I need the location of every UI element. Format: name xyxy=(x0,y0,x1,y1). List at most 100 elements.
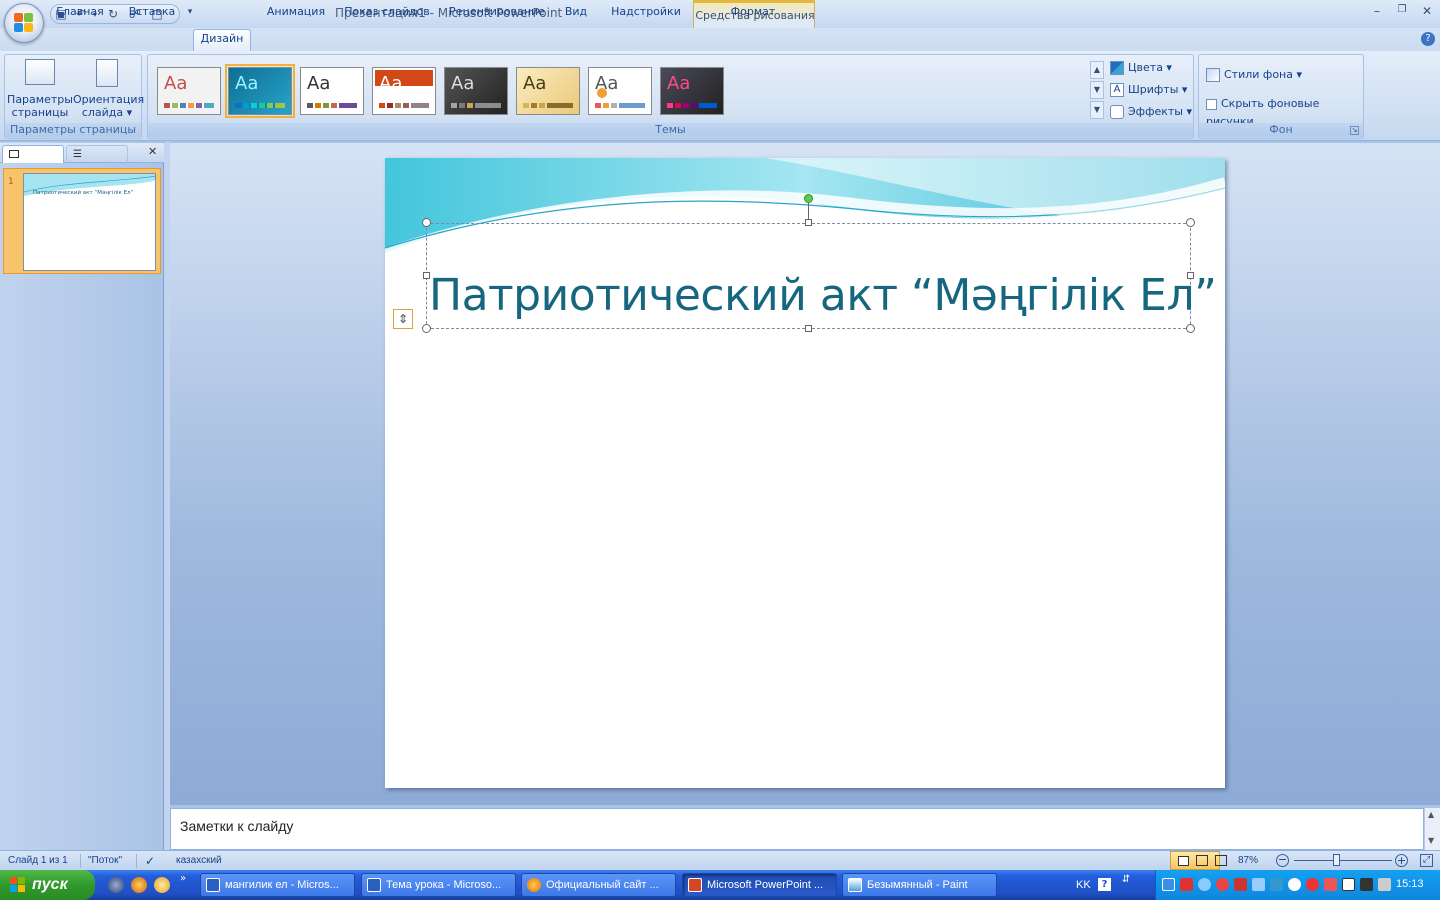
taskbar-item-word-1[interactable]: мангилик ел - Micros... xyxy=(200,873,355,897)
background-styles-button[interactable]: Стили фона ▾ xyxy=(1206,66,1302,84)
quicklaunch-browser-icon[interactable] xyxy=(108,877,124,893)
notes-scrollbar[interactable]: ▲ ▼ xyxy=(1424,808,1440,850)
theme-fonts-button[interactable]: A Шрифты ▾ xyxy=(1110,81,1187,99)
slide-show-view-icon[interactable] xyxy=(1215,855,1227,866)
taskbar-item-powerpoint[interactable]: Microsoft PowerPoint ... xyxy=(682,873,837,897)
tray-app3-icon[interactable] xyxy=(1252,878,1265,891)
orientation-label-1: Ориентация xyxy=(73,93,145,106)
theme-colors-button[interactable]: Цвета ▾ xyxy=(1110,59,1172,77)
adobe-icon[interactable] xyxy=(1180,878,1193,891)
themes-more-button[interactable]: ▼ xyxy=(1090,101,1104,119)
slide-orientation-button[interactable]: Ориентация слайда ▾ xyxy=(73,59,145,119)
resize-handle-tr[interactable] xyxy=(1186,218,1195,227)
themes-scroll-up-button[interactable]: ▲ xyxy=(1090,61,1104,79)
language-help-icon[interactable]: ? xyxy=(1098,878,1111,891)
start-label: пуск xyxy=(32,876,68,893)
tab-animation[interactable]: Анимация xyxy=(262,3,330,23)
tab-review[interactable]: Рецензирование xyxy=(446,3,548,23)
tab-slide-show[interactable]: Показ слайдов xyxy=(342,3,432,23)
slide-sorter-icon[interactable] xyxy=(1196,855,1208,866)
theme-8[interactable]: Aa xyxy=(660,67,724,115)
restore-button[interactable]: ❐ xyxy=(1391,4,1413,22)
theme-6[interactable]: Aa xyxy=(516,67,580,115)
tray-app2-icon[interactable] xyxy=(1234,878,1247,891)
hide-background-graphics-checkbox[interactable]: Скрыть фоновые рисунки xyxy=(1206,95,1363,128)
tab-slides[interactable] xyxy=(2,145,64,163)
background-styles-label: Стили фона ▾ xyxy=(1224,68,1302,81)
zoom-in-icon[interactable]: + xyxy=(1395,854,1408,867)
zoom-slider[interactable] xyxy=(1294,860,1392,861)
slide-title[interactable]: Патриотический акт “Мәңгілік Ел” xyxy=(429,270,1217,321)
orientation-label-2: слайда ▾ xyxy=(81,106,133,119)
page-setup-label-2: страницы xyxy=(11,106,69,119)
tray-app6-icon[interactable] xyxy=(1306,878,1319,891)
dialog-launcher-icon[interactable]: ↘ xyxy=(1350,126,1359,135)
resize-handle-b[interactable] xyxy=(805,325,812,332)
tab-outline[interactable]: ☰ xyxy=(66,145,128,163)
resize-handle-tl[interactable] xyxy=(422,218,431,227)
tab-insert[interactable]: Вставка xyxy=(122,3,182,23)
taskbar-item-paint[interactable]: Безымянный - Paint xyxy=(842,873,997,897)
fonts-icon: A xyxy=(1110,83,1124,97)
network-icon[interactable] xyxy=(1162,878,1175,891)
antivirus-icon[interactable] xyxy=(1216,878,1229,891)
tab-home[interactable]: Главная xyxy=(50,3,110,23)
clock[interactable]: 15:13 xyxy=(1396,878,1424,890)
slide-thumbnail[interactable]: Патриотический акт “Мәңгілік Ел” xyxy=(23,173,156,271)
rotation-handle[interactable] xyxy=(804,194,813,203)
scroll-up-icon[interactable]: ▲ xyxy=(1428,810,1434,819)
quicklaunch-more-icon[interactable]: » xyxy=(180,873,186,884)
theme-flow[interactable]: Aa xyxy=(225,64,295,118)
close-button[interactable]: ✕ xyxy=(1416,4,1438,22)
tray-app4-icon[interactable] xyxy=(1270,878,1283,891)
scroll-down-icon[interactable]: ▼ xyxy=(1428,836,1434,845)
quicklaunch-mail-icon[interactable] xyxy=(131,877,147,893)
tray-app5-icon[interactable] xyxy=(1288,878,1301,891)
tab-addins[interactable]: Надстройки xyxy=(606,3,686,23)
theme-5[interactable]: Aa xyxy=(444,67,508,115)
zoom-level[interactable]: 87% xyxy=(1238,853,1258,869)
safely-remove-icon[interactable] xyxy=(1342,878,1355,891)
theme-3[interactable]: Aa xyxy=(300,67,364,115)
start-button[interactable]: пуск xyxy=(0,870,95,900)
zoom-out-icon[interactable]: − xyxy=(1276,854,1289,867)
theme-label: Aa xyxy=(164,73,188,94)
fit-to-window-icon[interactable]: ⤢ xyxy=(1420,854,1433,867)
slide-canvas[interactable]: Патриотический акт “Мәңгілік Ел” xyxy=(385,158,1225,788)
theme-7[interactable]: Aa xyxy=(588,67,652,115)
taskbar-item-word-2[interactable]: Тема урока - Microso... xyxy=(361,873,516,897)
theme-office[interactable]: Aa xyxy=(157,67,221,115)
resize-handle-br[interactable] xyxy=(1186,324,1195,333)
taskbar-item-firefox[interactable]: Официальный сайт ... xyxy=(521,873,676,897)
close-pane-icon[interactable]: ✕ xyxy=(148,145,157,158)
spell-check-icon[interactable]: ✓ xyxy=(145,853,155,869)
quicklaunch-messenger-icon[interactable] xyxy=(154,877,170,893)
zoom-slider-thumb[interactable] xyxy=(1333,854,1340,866)
notes-pane[interactable]: Заметки к слайду xyxy=(170,808,1424,850)
keyboard-language[interactable]: KK xyxy=(1076,879,1091,891)
theme-label: Aa xyxy=(379,73,403,94)
resize-handle-t[interactable] xyxy=(805,219,812,226)
tray-app8-icon[interactable] xyxy=(1360,878,1373,891)
tray-app-icon[interactable] xyxy=(1198,878,1211,891)
theme-4[interactable]: Aa xyxy=(372,67,436,115)
minimize-button[interactable]: – xyxy=(1366,4,1388,22)
tab-design[interactable]: Дизайн xyxy=(193,29,251,51)
view-normal-button[interactable] xyxy=(1170,851,1220,870)
themes-scroll-down-button[interactable]: ▼ xyxy=(1090,81,1104,99)
office-button[interactable] xyxy=(4,3,44,43)
volume-icon[interactable] xyxy=(1378,878,1391,891)
language-bar-options-icon[interactable]: ⇵ xyxy=(1122,874,1130,885)
office-logo-icon xyxy=(14,13,34,33)
page-setup-button[interactable]: Параметры страницы xyxy=(7,59,73,119)
slides-tab-icon xyxy=(9,150,19,158)
tab-format[interactable]: Формат xyxy=(716,3,790,23)
resize-handle-bl[interactable] xyxy=(422,324,431,333)
help-icon[interactable]: ? xyxy=(1421,32,1435,46)
language-indicator[interactable]: казахский xyxy=(176,853,222,869)
autofit-options-icon[interactable]: ⇕ xyxy=(393,309,413,329)
tab-view[interactable]: Вид xyxy=(558,3,594,23)
tray-app7-icon[interactable] xyxy=(1324,878,1337,891)
customize-qat-icon[interactable]: ▾ xyxy=(182,5,198,20)
theme-effects-button[interactable]: Эффекты ▾ xyxy=(1110,103,1192,121)
